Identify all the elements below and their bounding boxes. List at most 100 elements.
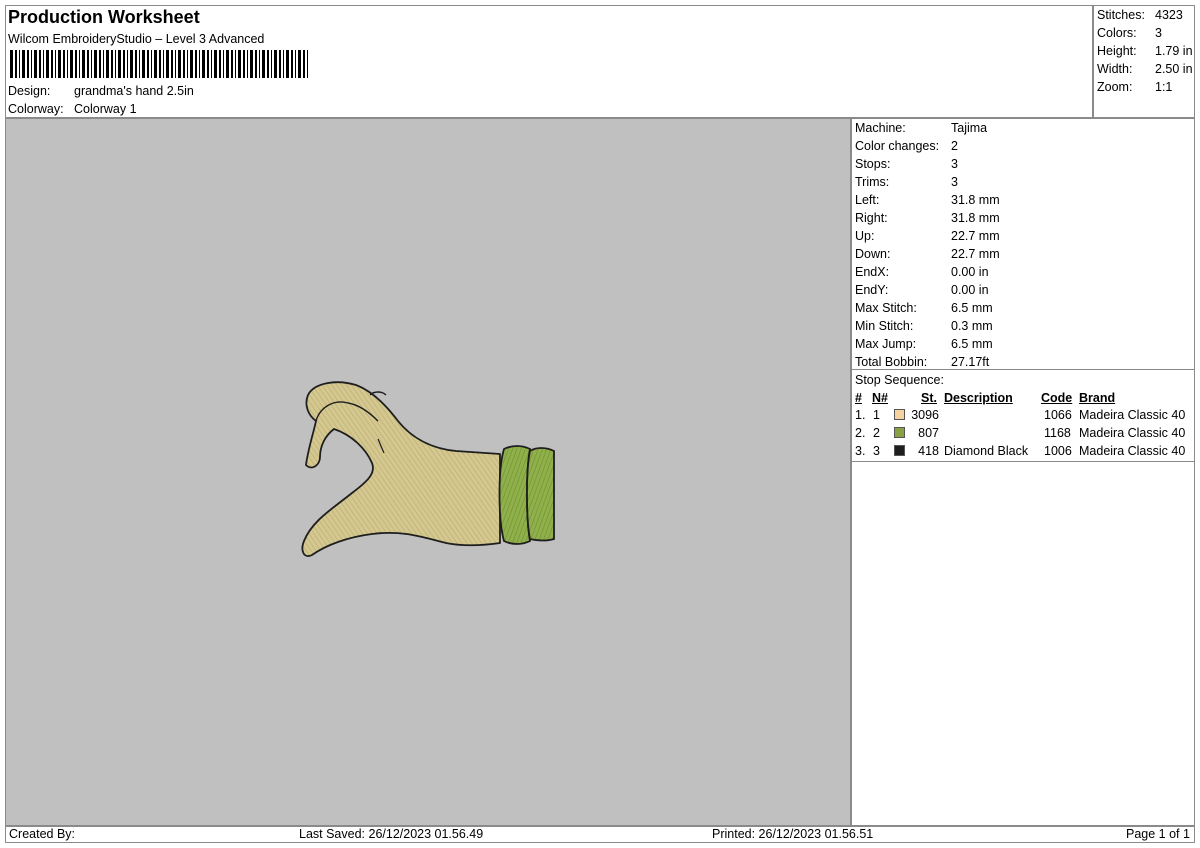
summary-value: 1:1 [1155,80,1173,94]
barcode-bar [202,50,205,78]
row-stitches: 807 [918,426,939,440]
software-subtitle: Wilcom EmbroideryStudio – Level 3 Advanc… [8,32,265,46]
barcode-bar [223,50,224,78]
page-title: Production Worksheet [8,7,200,27]
summary-value: 3 [1155,26,1162,40]
barcode-bar [118,50,121,78]
barcode-bar [142,50,145,78]
barcode-bar [214,50,217,78]
summary-box: Stitches: 4323 Colors: 3 Height: 1.79 in Wi… [1093,5,1195,118]
barcode-bar [295,50,296,78]
barcode-bar [283,50,284,78]
info-value: 0.00 in [951,283,989,297]
barcode-bar [58,50,61,78]
barcode-bar [22,50,25,78]
info-row: EndX: 0.00 in [855,263,1195,281]
row-brand: Madeira Classic 40 [1079,408,1186,422]
col-header-code: Code [1041,391,1073,405]
stop-sequence-title: Stop Sequence: [855,373,944,387]
info-label: Max Jump: [855,337,917,351]
summary-label: Height: [1097,44,1137,58]
barcode-bar [130,50,133,78]
barcode-bar [127,50,128,78]
info-row: Left: 31.8 mm [855,191,1195,209]
barcode-bar [63,50,65,78]
info-label: EndX: [855,265,890,279]
barcode-bar [27,50,29,78]
info-value: 3 [951,175,958,189]
barcode-bar [195,50,197,78]
barcode-bar [154,50,157,78]
barcode-bar [31,50,32,78]
summary-label: Width: [1097,62,1133,76]
cuff-band-1 [498,445,532,545]
info-label: EndY: [855,283,889,297]
info-value: 0.00 in [951,265,989,279]
machine-info-panel: Machine: Tajima Color changes: 2 Stops: 3 T… [851,118,1195,826]
barcode-bar [255,50,257,78]
barcode-bar [226,50,229,78]
barcode-bar [106,50,109,78]
color-swatch [894,409,905,420]
row-stitches: 3096 [911,408,939,422]
barcode-bar [243,50,245,78]
barcode-bar [298,50,301,78]
barcode-bar [99,50,101,78]
row-needle: 2 [873,426,880,440]
info-label: Min Stitch: [855,319,914,333]
page-number: Page 1 of 1 [1126,827,1190,841]
info-row: EndY: 0.00 in [855,281,1195,299]
design-label: Design: [8,84,51,98]
cuff-band-2 [526,447,555,542]
barcode-bar [190,50,193,78]
info-row: Max Stitch: 6.5 mm [855,299,1195,317]
barcode-bar [286,50,289,78]
barcode-bar [219,50,221,78]
row-code: 1066 [1044,408,1072,422]
info-label: Left: [855,193,880,207]
row-code: 1006 [1044,444,1072,458]
barcode-bar [55,50,56,78]
barcode-bar [139,50,140,78]
barcode-bar [211,50,212,78]
colorway-label: Colorway: [8,102,64,116]
row-num: 1. [855,408,866,422]
info-row: Color changes: 2 [855,137,1195,155]
table-row: 3. 3 418 Diamond Black 1006 Madeira Clas… [851,442,1195,460]
summary-colors: Colors: 3 [1097,24,1195,42]
summary-label: Colors: [1097,26,1137,40]
printed-date: Printed: 26/12/2023 01.56.51 [712,827,874,841]
col-header-description: Description [944,391,1013,405]
barcode-bar [183,50,185,78]
row-needle: 3 [873,444,880,458]
summary-value: 4323 [1155,8,1183,22]
barcode-bar [147,50,149,78]
info-label: Down: [855,247,891,261]
info-label: Machine: [855,121,906,135]
info-row: Right: 31.8 mm [855,209,1195,227]
barcode-bar [94,50,97,78]
row-num: 3. [855,444,866,458]
info-row: Stops: 3 [855,155,1195,173]
barcode-bar [51,50,53,78]
barcode-bar [151,50,152,78]
barcode-bar [187,50,188,78]
barcode-bar [75,50,77,78]
divider [851,369,1195,370]
info-label: Right: [855,211,888,225]
col-header-needle: N# [872,391,888,405]
barcode-bar [82,50,85,78]
col-header-stitches: St. [921,391,937,405]
info-row: Min Stitch: 0.3 mm [855,317,1195,335]
barcode-bar [10,50,13,78]
info-value: 31.8 mm [951,193,1000,207]
barcode-bar [39,50,41,78]
barcode-bar [166,50,169,78]
barcode-bar [115,50,116,78]
embroidery-hand-design [301,381,555,557]
barcode-bar [135,50,137,78]
barcode-bar [123,50,125,78]
hand-shape [301,381,501,557]
summary-value: 1.79 in [1155,44,1193,58]
created-by: Created By: [9,827,76,841]
